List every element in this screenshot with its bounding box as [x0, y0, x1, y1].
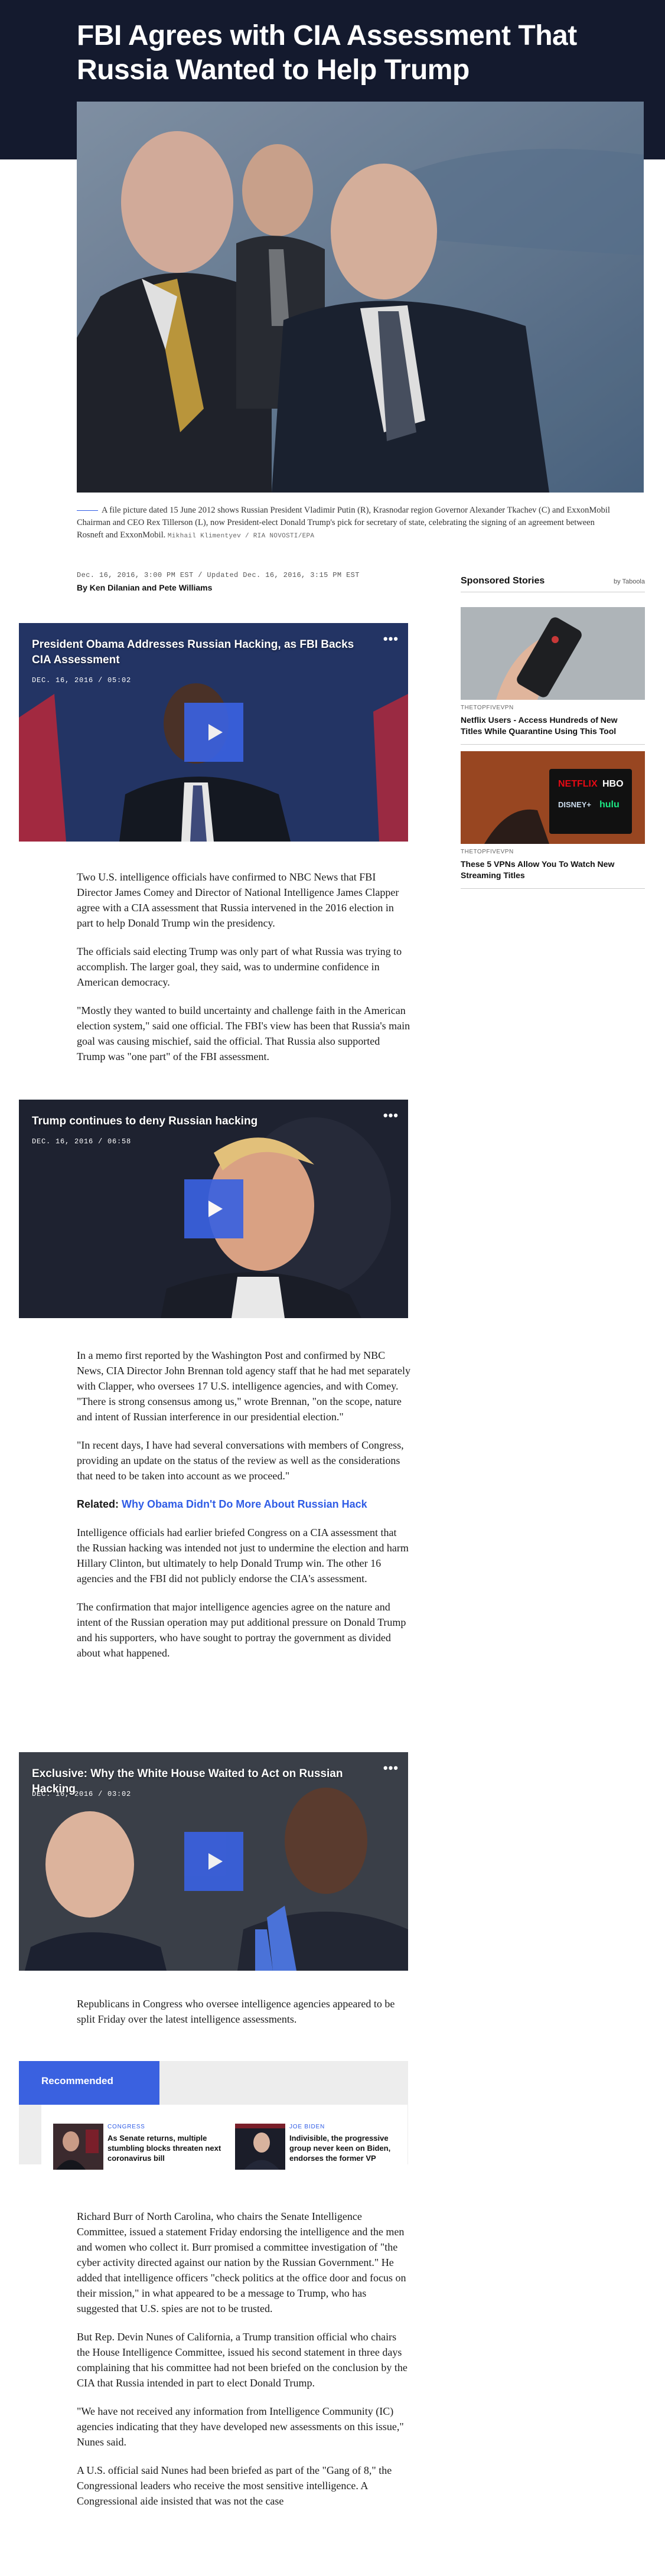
article-body-section-3: Republicans in Congress who oversee inte…: [77, 1996, 410, 2040]
sponsored-stories-header: Sponsored Stories by Taboola: [461, 576, 645, 592]
sponsored-title[interactable]: Netflix Users - Access Hundreds of New T…: [461, 715, 638, 737]
more-options-icon[interactable]: •••: [383, 1760, 399, 1776]
paragraph: Richard Burr of North Carolina, who chai…: [77, 2210, 406, 2314]
paragraph: Two U.S. intelligence officials have con…: [77, 871, 399, 929]
recommended-item[interactable]: Joe Biden Indivisible, the progressive g…: [235, 2124, 400, 2171]
video-date: DEC. 16, 2016 / 03:02: [32, 1790, 132, 1798]
play-button[interactable]: [184, 1179, 243, 1238]
sponsored-heading: Sponsored Stories: [461, 576, 545, 586]
article-body-section-2: In a memo first reported by the Washingt…: [77, 1348, 410, 1674]
paragraph: In a memo first reported by the Washingt…: [77, 1349, 410, 1423]
article-body-section-1: Two U.S. intelligence officials have con…: [77, 869, 410, 1077]
paragraph: But Rep. Devin Nunes of California, a Tr…: [77, 2331, 408, 2389]
play-button[interactable]: [184, 703, 243, 762]
play-button[interactable]: [184, 1832, 243, 1891]
paragraph: Intelligence officials had earlier brief…: [77, 1527, 409, 1584]
video-title: Trump continues to deny Russian hacking: [32, 1115, 258, 1127]
video-title: President Obama Addresses Russian Hackin…: [32, 638, 354, 666]
recommended-label: Recommended: [41, 2075, 113, 2086]
article-headline: FBI Agrees with CIA Assessment That Russ…: [77, 20, 577, 86]
video-date: DEC. 16, 2016 / 06:58: [32, 1137, 132, 1146]
sponsored-source: THETOPFIVEVPN: [461, 705, 514, 711]
recommended-title: As Senate returns, multiple stumbling bl…: [107, 2134, 221, 2163]
paragraph: "In recent days, I have had several conv…: [77, 1439, 404, 1482]
related-link-row: Related: Why Obama Didn't Do More About …: [77, 1496, 410, 1512]
video-player[interactable]: Trump continues to deny Russian hacking …: [19, 1100, 408, 1318]
caption-text: A file picture dated 15 June 2012 shows …: [77, 506, 610, 540]
paragraph: "We have not received any information fr…: [77, 2405, 404, 2448]
recommended-tab: Recommended: [19, 2061, 159, 2105]
recommended-title: Indivisible, the progressive group never…: [289, 2134, 391, 2163]
more-options-icon[interactable]: •••: [383, 631, 399, 647]
divider: [461, 888, 645, 889]
video-player[interactable]: Exclusive: Why the White House Waited to…: [19, 1752, 408, 1971]
paragraph: Republicans in Congress who oversee inte…: [77, 1998, 395, 2025]
paragraph: A U.S. official said Nunes had been brie…: [77, 2464, 392, 2507]
article-dateline: Dec. 16, 2016, 3:00 PM EST / Updated Dec…: [77, 571, 360, 579]
paragraph: The officials said electing Trump was on…: [77, 945, 402, 988]
recommended-thumbnail: [53, 2124, 103, 2170]
related-article-link[interactable]: Why Obama Didn't Do More About Russian H…: [122, 1498, 367, 1510]
taboola-attribution[interactable]: by Taboola: [614, 578, 645, 585]
hero-photo: [77, 102, 644, 493]
paragraph: The confirmation that major intelligence…: [77, 1601, 406, 1659]
sponsored-title[interactable]: These 5 VPNs Allow You To Watch New Stre…: [461, 859, 638, 881]
video-date: DEC. 16, 2016 / 05:02: [32, 676, 132, 684]
video-player[interactable]: President Obama Addresses Russian Hackin…: [19, 623, 408, 842]
recommended-thumbnail: [235, 2124, 285, 2170]
sponsored-image[interactable]: [461, 607, 645, 700]
sponsored-source: THETOPFIVEVPN: [461, 849, 514, 855]
paragraph: "Mostly they wanted to build uncertainty…: [77, 1005, 410, 1062]
related-label: Related:: [77, 1498, 119, 1510]
photo-caption: A file picture dated 15 June 2012 shows …: [77, 504, 614, 543]
hbo-logo: HBO: [602, 779, 624, 789]
article-byline: By Ken Dilanian and Pete Williams: [77, 583, 213, 592]
recommended-category: Congress: [107, 2124, 145, 2130]
hulu-logo: hulu: [599, 800, 620, 810]
netflix-logo: NETFLIX: [558, 779, 598, 789]
caption-rule: [77, 510, 98, 511]
more-options-icon[interactable]: •••: [383, 1108, 399, 1123]
disney-logo: DISNEY+: [558, 800, 591, 809]
photo-credit: Mikhail Klimentyev / RIA NOVOSTI/EPA: [167, 533, 315, 540]
recommended-item[interactable]: Congress As Senate returns, multiple stu…: [53, 2124, 221, 2171]
sponsored-image[interactable]: NETFLIX HBO DISNEY+ hulu: [461, 751, 645, 844]
article-body-section-4: Richard Burr of North Carolina, who chai…: [77, 2209, 410, 2522]
recommended-category: Joe Biden: [289, 2124, 325, 2130]
divider: [461, 744, 645, 745]
